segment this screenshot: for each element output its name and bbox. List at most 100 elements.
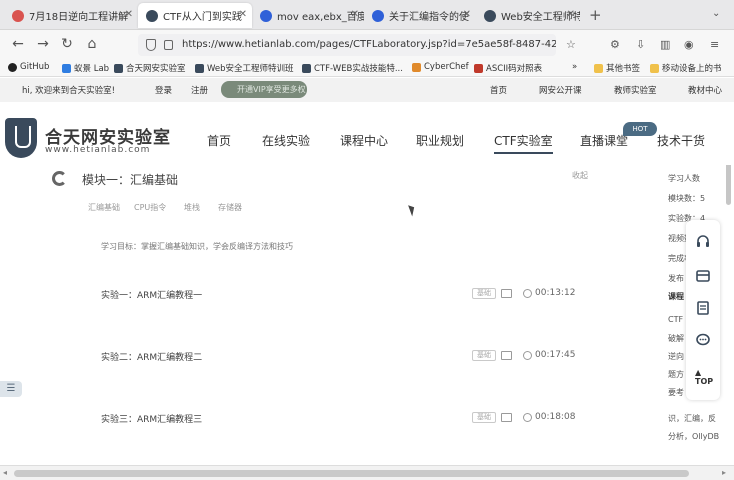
scroll-left-arrow-icon[interactable]: ◂	[3, 468, 7, 477]
library-icon[interactable]: ▥	[660, 38, 670, 51]
logo-url: www.hetianlab.com	[45, 145, 151, 155]
bookmark-overflow[interactable]: »	[572, 62, 577, 72]
experiment-title[interactable]: 实验一：ARM汇编教程一	[101, 288, 202, 301]
new-tab-button[interactable]: +	[589, 6, 602, 24]
browser-tab-2[interactable]: CTF从入门到实践 ✕	[138, 3, 252, 28]
bookmark-github[interactable]: GitHub	[8, 62, 49, 72]
bookmark-ctf-web[interactable]: CTF-WEB实战技能特...	[302, 62, 403, 74]
bookmark-label: CTF-WEB实战技能特...	[314, 64, 403, 74]
headset-icon[interactable]	[695, 234, 711, 250]
difficulty-badge: 基础	[472, 412, 496, 423]
reload-icon[interactable]: ↻	[59, 36, 75, 52]
bookmark-lab[interactable]: 蚁景 Lab	[62, 62, 109, 74]
register-link[interactable]: 注册	[191, 84, 208, 96]
github-icon	[8, 62, 17, 72]
bookmark-icon	[474, 63, 483, 73]
intro-line: 逆向	[668, 352, 684, 361]
close-icon[interactable]: ✕	[239, 9, 247, 20]
bookmark-label: 其他书签	[606, 64, 641, 74]
clock-icon	[523, 289, 532, 298]
bookmarks-bar: GitHub 蚁景 Lab 合天网安实验室 Web安全工程师特训班 CTF-WE…	[0, 60, 734, 77]
site-header: 合天网安实验室 www.hetianlab.com 首页 在线实验 课程中心 职…	[0, 102, 734, 165]
close-icon[interactable]: ✕	[351, 9, 359, 20]
intro-line: 要考	[668, 388, 684, 397]
module-content: 模块一：汇编基础 收起 汇编基础 CPU指令 堆栈 存储器 学习目标：掌握汇编基…	[0, 165, 734, 465]
download-icon[interactable]: ⇩	[636, 38, 645, 51]
scroll-right-arrow-icon[interactable]: ▸	[722, 468, 726, 477]
menu-home[interactable]: 首页	[207, 132, 231, 149]
browser-tab-bar: 7月18日逆向工程讲解 ✕ CTF从入门到实践 ✕ mov eax,ebx_百度…	[0, 0, 734, 30]
account-icon[interactable]: ◉	[684, 38, 694, 51]
progress-ring-icon	[52, 171, 67, 186]
url-text: https://www.hetianlab.com/pages/CTFLabor…	[182, 39, 556, 50]
horizontal-scrollbar-thumb[interactable]	[14, 470, 689, 477]
vip-badge[interactable]: 开通VIP享受更多权益	[221, 81, 307, 111]
forward-arrow-icon[interactable]: →	[35, 36, 51, 52]
difficulty-badge: 基础	[472, 288, 496, 299]
top-link-teacher-lab[interactable]: 教师实验室	[614, 84, 657, 96]
menu-online-lab[interactable]: 在线实验	[262, 132, 310, 149]
bookmark-ascii[interactable]: ASCII码对照表	[474, 62, 542, 74]
menu-live[interactable]: 直播课堂	[580, 132, 628, 149]
close-icon[interactable]: ✕	[463, 9, 471, 20]
bookmark-icon	[114, 63, 123, 73]
extensions-icon[interactable]: ⚙	[610, 38, 620, 51]
module-title[interactable]: 模块一：汇编基础	[82, 171, 178, 188]
address-bar[interactable]: https://www.hetianlab.com/pages/CTFLabor…	[138, 34, 556, 56]
left-float-menu-icon[interactable]: ☰	[0, 381, 22, 397]
back-to-top-button[interactable]: ▲ TOP	[695, 368, 713, 386]
browser-tab-5[interactable]: Web安全工程师特 ✕	[476, 3, 580, 28]
menu-courses[interactable]: 课程中心	[340, 132, 388, 149]
top-label: TOP	[695, 377, 714, 386]
top-link-public-class[interactable]: 网安公开课	[539, 84, 582, 96]
bookmark-other[interactable]: 其他书签	[594, 62, 640, 74]
page-scrollbar-thumb[interactable]	[726, 165, 731, 205]
browser-tab-3[interactable]: mov eax,ebx_百度 ✕	[252, 3, 364, 28]
menu-tech[interactable]: 技术干货	[657, 132, 705, 149]
chevron-down-icon[interactable]: ⌄	[712, 8, 720, 19]
collapse-toggle[interactable]: 收起	[572, 170, 588, 181]
back-arrow-icon[interactable]: ←	[10, 36, 26, 52]
top-link-home[interactable]: 首页	[490, 84, 507, 96]
bookmark-label: 移动设备上的书	[662, 64, 722, 74]
bookmark-icon	[195, 63, 204, 73]
horizontal-scrollbar[interactable]: ◂ ▸	[0, 465, 734, 480]
clock-icon	[523, 351, 532, 360]
bookmark-web-training[interactable]: Web安全工程师特训班	[195, 62, 294, 74]
monitor-icon	[501, 351, 512, 360]
close-icon[interactable]: ✕	[567, 9, 575, 20]
bookmark-label: CyberChef	[424, 62, 469, 72]
close-icon[interactable]: ✕	[125, 9, 133, 20]
floating-toolbar: ▲ TOP	[686, 220, 720, 400]
stat-publish: 发布	[668, 274, 684, 283]
logo-icon[interactable]	[5, 118, 37, 158]
experiment-duration: 00:13:12	[535, 288, 576, 298]
monitor-icon	[501, 413, 512, 422]
intro-line: 分析，OllyDB	[668, 432, 720, 441]
menu-ctf-lab[interactable]: CTF实验室	[494, 132, 553, 154]
menu-icon[interactable]: ≡	[710, 38, 719, 51]
browser-nav-bar: ← → ↻ ⌂ https://www.hetianlab.com/pages/…	[0, 30, 734, 60]
browser-tab-1[interactable]: 7月18日逆向工程讲解 ✕	[4, 3, 138, 28]
top-link-textbook[interactable]: 教材中心	[688, 84, 722, 96]
folder-icon	[650, 63, 659, 73]
browser-tab-4[interactable]: 关于汇编指令的使 ✕	[364, 3, 476, 28]
experiment-title[interactable]: 实验三：ARM汇编教程三	[101, 412, 202, 425]
login-link[interactable]: 登录	[155, 84, 172, 96]
menu-career[interactable]: 职业规划	[416, 132, 464, 149]
home-icon[interactable]: ⌂	[84, 36, 100, 52]
doc-icon[interactable]	[695, 300, 711, 316]
star-icon[interactable]: ☆	[566, 38, 576, 51]
card-icon[interactable]	[695, 268, 711, 284]
bookmark-icon	[412, 62, 421, 72]
bookmark-mobile[interactable]: 移动设备上的书	[650, 62, 722, 74]
chat-icon[interactable]	[695, 332, 711, 348]
hot-badge: HOT	[623, 122, 657, 136]
clock-icon	[523, 413, 532, 422]
experiment-title[interactable]: 实验二：ARM汇编教程二	[101, 350, 202, 363]
intro-line: 题方	[668, 370, 684, 379]
bookmark-cyberchef[interactable]: CyberChef	[412, 62, 469, 72]
bookmark-label: Web安全工程师特训班	[207, 64, 294, 74]
bookmark-icon	[62, 63, 71, 73]
bookmark-hetian[interactable]: 合天网安实验室	[114, 62, 186, 74]
